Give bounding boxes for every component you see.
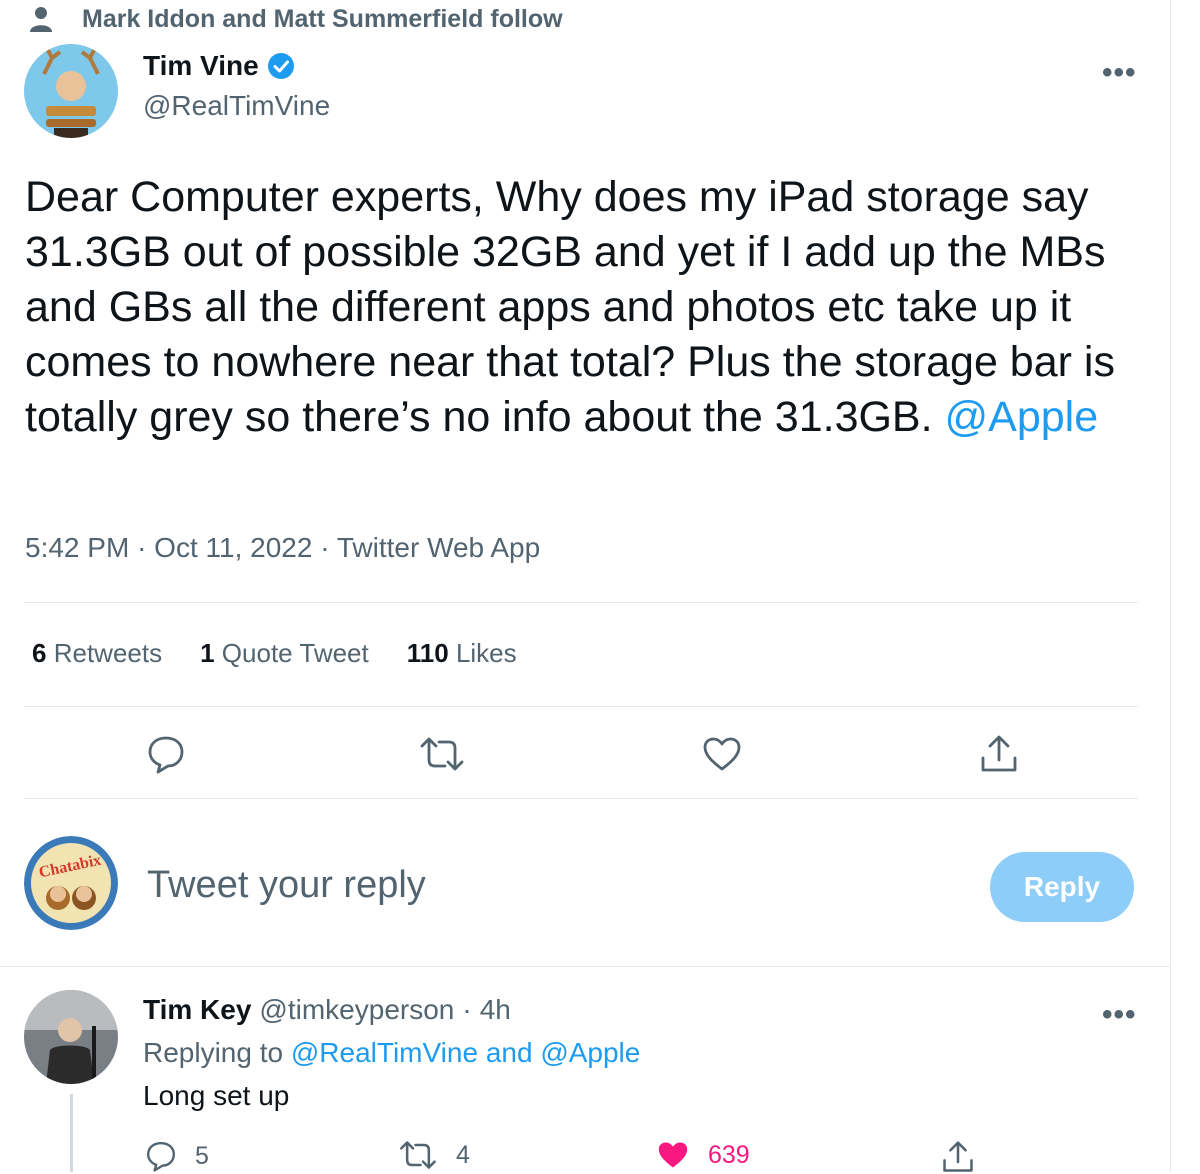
replying-and: and: [485, 1037, 533, 1068]
replying-to: Replying to @RealTimVine and @Apple: [143, 1037, 640, 1069]
reply-more-options-icon[interactable]: •••: [1102, 998, 1137, 1032]
reply-icon[interactable]: [146, 734, 186, 774]
reply-reply-count: 5: [195, 1141, 209, 1170]
user-avatar[interactable]: Chatabix: [24, 836, 118, 930]
share-icon[interactable]: [980, 734, 1018, 774]
reply-input[interactable]: Tweet your reply: [147, 864, 426, 907]
tweet-source[interactable]: Twitter Web App: [337, 532, 540, 563]
reply-share-action[interactable]: [942, 1140, 974, 1174]
author-name[interactable]: Tim Vine: [143, 50, 259, 82]
social-context-text: Mark Iddon and Matt Summerfield follow: [82, 4, 563, 33]
person-icon: [30, 7, 52, 32]
reply-button[interactable]: Reply: [990, 852, 1134, 922]
reply-retweet-count: 4: [456, 1140, 470, 1169]
reply-like-count: 639: [708, 1140, 750, 1169]
divider: [24, 602, 1138, 603]
replying-prefix: Replying to: [143, 1037, 284, 1068]
reply-header: Tim Key @timkeyperson · 4h: [143, 994, 511, 1026]
replying-user-link[interactable]: @RealTimVine: [291, 1037, 478, 1068]
reply-author-name[interactable]: Tim Key: [143, 994, 251, 1026]
retweet-icon: [400, 1141, 436, 1169]
reply-reply-action[interactable]: 5: [145, 1140, 209, 1172]
reply-time[interactable]: 4h: [480, 994, 511, 1026]
divider: [24, 706, 1138, 707]
author-avatar[interactable]: [24, 44, 118, 138]
retweets-count: 6: [32, 638, 47, 668]
likes-count: 110: [406, 638, 449, 668]
retweets-label: Retweets: [53, 638, 163, 668]
meta-separator: ·: [320, 532, 330, 563]
reply-retweet-action[interactable]: 4: [398, 1140, 470, 1170]
tweet-text: Dear Computer experts, Why does my iPad …: [25, 170, 1145, 445]
share-icon: [943, 1141, 973, 1172]
meta-separator: ·: [137, 532, 147, 563]
mention-link[interactable]: @Apple: [945, 393, 1099, 441]
liked-heart-icon: [658, 1142, 688, 1168]
reply-separator: ·: [462, 994, 472, 1025]
verified-badge-icon: [267, 53, 294, 79]
quote-count: 1: [200, 638, 215, 668]
thread-line: [70, 1094, 73, 1172]
timeline-border: [1170, 0, 1171, 1172]
reply-like-action[interactable]: 639: [656, 1140, 750, 1170]
retweet-icon[interactable]: [418, 736, 466, 772]
likes-label: Likes: [455, 638, 517, 668]
section-separator: [0, 966, 1170, 967]
tweet-meta: 5:42 PM · Oct 11, 2022 · Twitter Web App: [25, 532, 540, 564]
quote-label: Quote Tweet: [221, 638, 369, 668]
social-context: Mark Iddon and Matt Summerfield follow: [30, 4, 563, 34]
likes-stat[interactable]: 110 Likes: [407, 638, 517, 669]
tweet-date[interactable]: Oct 11, 2022: [154, 532, 312, 563]
like-icon[interactable]: [702, 736, 742, 772]
reply-author-handle[interactable]: @timkeyperson: [259, 994, 454, 1026]
replying-user-link[interactable]: @Apple: [540, 1037, 640, 1068]
tweet-stats: 6 Retweets 1 Quote Tweet 110 Likes: [32, 638, 555, 669]
reply-author-avatar[interactable]: [24, 990, 118, 1084]
reply-text: Long set up: [143, 1080, 290, 1111]
more-options-icon[interactable]: •••: [1102, 56, 1137, 90]
tweet-time[interactable]: 5:42 PM: [25, 532, 129, 563]
quote-tweets-stat[interactable]: 1 Quote Tweet: [200, 638, 369, 669]
reply-icon: [147, 1142, 175, 1172]
author-handle[interactable]: @RealTimVine: [143, 90, 330, 122]
retweets-stat[interactable]: 6 Retweets: [32, 638, 162, 669]
divider: [24, 798, 1138, 799]
author-name-row: Tim Vine: [143, 50, 295, 82]
